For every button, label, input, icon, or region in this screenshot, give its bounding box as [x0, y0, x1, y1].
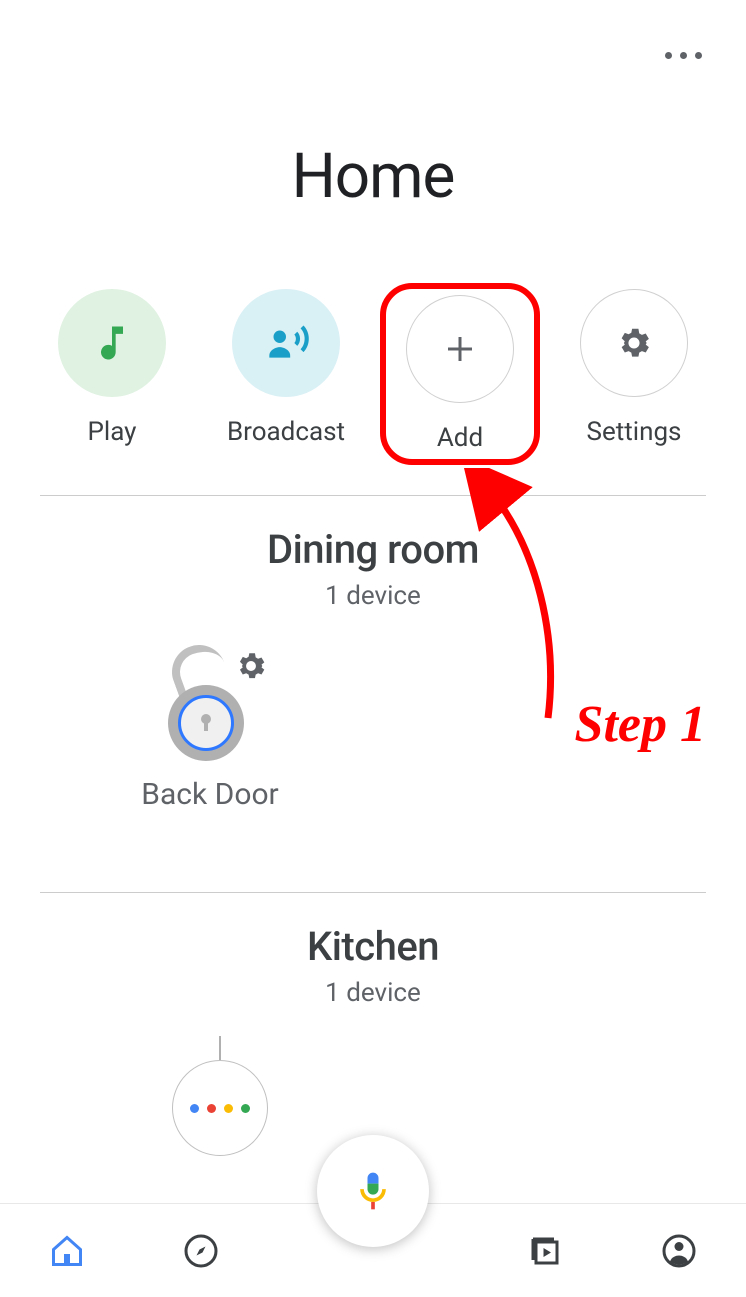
nav-media[interactable]	[523, 1229, 567, 1273]
plus-icon	[406, 295, 514, 403]
device-settings-gear-icon[interactable]	[234, 649, 268, 687]
annotation-step-label: Step 1	[575, 695, 706, 754]
account-icon	[661, 1233, 697, 1269]
room-title: Dining room	[40, 526, 706, 573]
quick-actions-row: Play Broadcast Add Settings	[0, 243, 746, 495]
play-button[interactable]: Play	[32, 283, 192, 465]
room-kitchen: Kitchen 1 device	[0, 893, 746, 1176]
nav-account[interactable]	[657, 1229, 701, 1273]
gear-icon	[580, 289, 688, 397]
media-library-icon	[527, 1233, 563, 1269]
nav-home[interactable]	[45, 1229, 89, 1273]
page-title: Home	[0, 140, 746, 213]
broadcast-button[interactable]: Broadcast	[206, 283, 366, 465]
broadcast-icon	[232, 289, 340, 397]
room-title: Kitchen	[40, 923, 706, 970]
compass-icon	[183, 1233, 219, 1269]
nav-discover[interactable]	[179, 1229, 223, 1273]
room-dining: Dining room 1 device Back Door	[0, 496, 746, 832]
lock-icon	[150, 641, 270, 761]
settings-button[interactable]: Settings	[554, 283, 714, 465]
voice-assistant-button[interactable]	[317, 1135, 429, 1247]
device-label: Back Door	[141, 777, 278, 812]
add-button[interactable]: Add	[380, 283, 540, 465]
microphone-icon	[351, 1169, 395, 1213]
top-bar	[0, 0, 746, 110]
room-device-count: 1 device	[40, 978, 706, 1008]
device-google-mini[interactable]	[140, 1036, 300, 1156]
home-icon	[49, 1233, 85, 1269]
google-home-mini-icon	[172, 1060, 268, 1156]
device-back-door[interactable]: Back Door	[100, 641, 320, 812]
more-menu-button[interactable]	[665, 52, 702, 59]
music-note-icon	[58, 289, 166, 397]
room-device-count: 1 device	[40, 581, 706, 611]
